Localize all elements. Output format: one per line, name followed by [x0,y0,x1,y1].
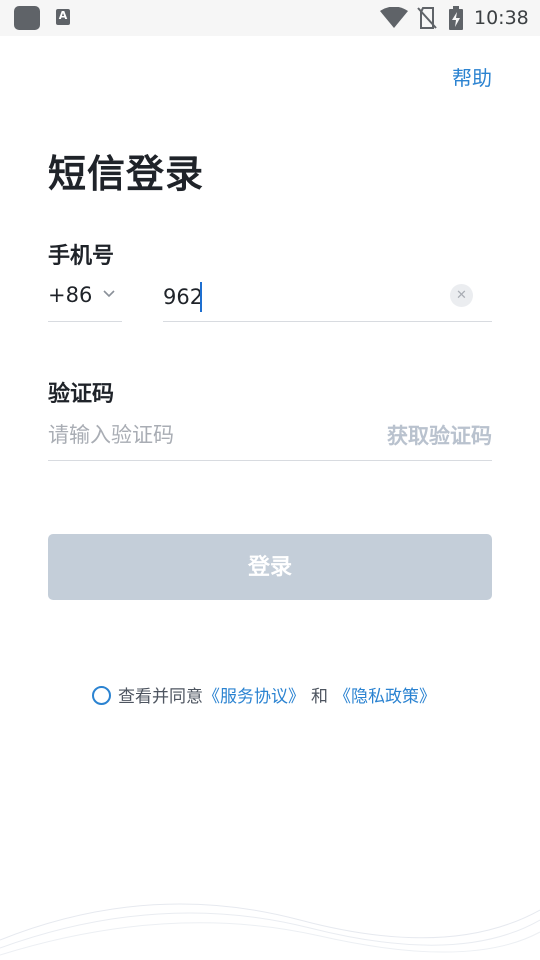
agreement-and: 和 [311,687,328,707]
keyboard-icon: A [56,9,70,25]
phone-label: 手机号 [48,244,115,269]
terms-link[interactable]: 《服务协议》 [203,687,305,707]
code-input[interactable] [48,418,348,452]
page-title: 短信登录 [48,152,205,196]
code-underline [48,460,492,461]
login-button[interactable]: 登录 [48,534,492,600]
close-icon: ✕ [456,288,467,303]
agreement-row: 查看并同意《服务协议》和《隐私政策》 [92,682,436,707]
help-link[interactable]: 帮助 [452,62,492,91]
clear-phone-button[interactable]: ✕ [450,284,473,307]
text-caret [200,282,202,312]
no-sim-icon [417,7,437,29]
agreement-text: 查看并同意 [118,687,203,707]
wave-decoration [0,903,540,956]
privacy-link[interactable]: 《隐私政策》 [334,687,436,707]
chevron-down-icon[interactable] [102,288,116,300]
wifi-icon [380,7,408,28]
app-icon [14,6,40,30]
get-code-button[interactable]: 获取验证码 [387,420,492,450]
phone-underline [163,321,492,322]
phone-input[interactable] [163,280,433,314]
battery-charging-icon [449,6,463,30]
agree-radio[interactable] [92,686,111,705]
clock-text: 10:38 [474,7,529,29]
status-bar: A 10:38 [0,0,540,36]
country-code-selector[interactable]: +86 [48,283,92,307]
country-code-underline [48,321,122,322]
code-label: 验证码 [48,382,115,407]
